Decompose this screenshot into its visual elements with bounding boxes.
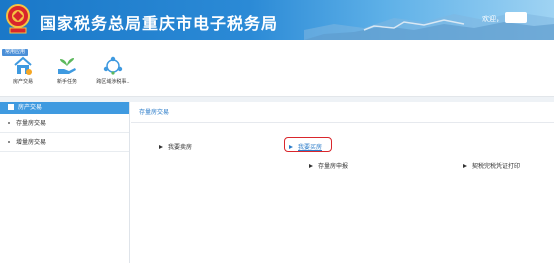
tool-house-transaction[interactable]: 房产交易 xyxy=(3,56,43,94)
tool-label: 房产交易 xyxy=(12,79,33,85)
sidebar-item-existing-house[interactable]: 存量房交易 xyxy=(0,114,129,133)
sidebar-item-label: 存量房交易 xyxy=(16,120,47,127)
triangle-right-icon xyxy=(463,164,467,168)
quick-app-toolbar: 常用应用 房产交易 新手任务 跨区域涉税事.. xyxy=(0,40,554,97)
sidebar-header[interactable]: 房产交易 xyxy=(0,102,129,114)
tool-label: 新手任务 xyxy=(56,79,77,85)
house-icon xyxy=(14,56,32,75)
sidebar: 房产交易 存量房交易 增量房交易 xyxy=(0,102,130,263)
bullet-icon xyxy=(8,122,10,124)
link-deed-tax-print[interactable]: 契税完税凭证打印 xyxy=(463,161,520,170)
main-content: 存量房交易 我要卖房 我要买房 存量房申报 契税完税凭证打印 xyxy=(131,102,554,263)
link-label: 存量房申报 xyxy=(318,163,349,170)
common-apps-tag: 常用应用 xyxy=(2,49,29,56)
sidebar-item-new-house[interactable]: 增量房交易 xyxy=(0,133,129,152)
link-label: 我要买房 xyxy=(298,144,323,151)
tool-beginner-tasks[interactable]: 新手任务 xyxy=(47,56,87,94)
triangle-right-icon xyxy=(159,145,163,149)
header-banner: 国家税务总局重庆市电子税务局 欢迎， xyxy=(0,0,554,40)
welcome-text: 欢迎， xyxy=(482,15,503,23)
sidebar-item-label: 增量房交易 xyxy=(16,139,47,146)
menu-icon xyxy=(8,104,14,110)
site-title: 国家税务总局重庆市电子税务局 xyxy=(40,14,279,33)
tool-cross-region-tax[interactable]: 跨区域涉税事.. xyxy=(93,56,133,94)
link-buy-house[interactable]: 我要买房 xyxy=(289,142,322,151)
link-sell-house[interactable]: 我要卖房 xyxy=(159,142,192,151)
page-title: 存量房交易 xyxy=(131,102,554,123)
sidebar-header-label: 房产交易 xyxy=(18,104,43,111)
link-existing-house-declare[interactable]: 存量房申报 xyxy=(309,161,348,170)
hand-plant-icon xyxy=(58,58,76,74)
link-label: 契税完税凭证打印 xyxy=(472,163,521,170)
link-label: 我要卖房 xyxy=(168,144,193,151)
tax-emblem-icon xyxy=(6,4,30,34)
bullet-icon xyxy=(8,141,10,143)
triangle-right-icon xyxy=(309,164,313,168)
triangle-right-icon xyxy=(289,145,293,149)
network-nodes-icon xyxy=(103,56,123,75)
user-name-badge[interactable] xyxy=(505,12,527,23)
tool-label: 跨区域涉税事.. xyxy=(96,79,130,85)
